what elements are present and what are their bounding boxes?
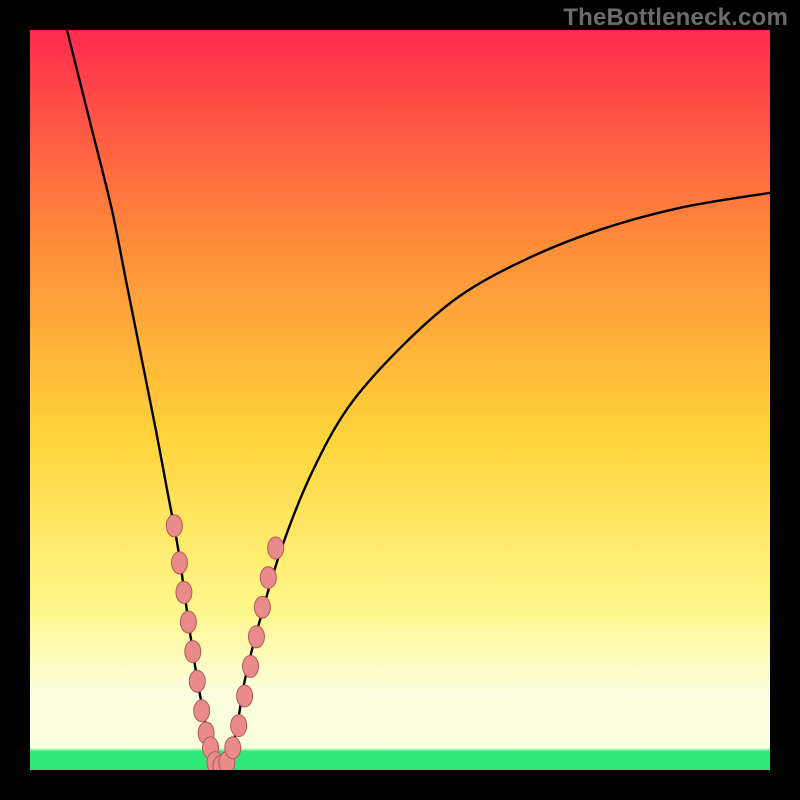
- curve-marker: [185, 641, 201, 663]
- curve-marker: [176, 581, 192, 603]
- curve-marker: [260, 567, 276, 589]
- curve-marker: [180, 611, 196, 633]
- curve-marker: [237, 685, 253, 707]
- curve-marker: [225, 737, 241, 759]
- curve-marker: [243, 655, 259, 677]
- curve-marker: [248, 626, 264, 648]
- curve-marker: [194, 700, 210, 722]
- chart-frame: TheBottleneck.com: [0, 0, 800, 800]
- gradient-background: [30, 30, 770, 770]
- plot-area: [30, 30, 770, 770]
- watermark-text: TheBottleneck.com: [563, 4, 788, 32]
- chart-svg: [30, 30, 770, 770]
- curve-marker: [268, 537, 284, 559]
- curve-marker: [254, 596, 270, 618]
- curve-marker: [166, 515, 182, 537]
- curve-marker: [171, 552, 187, 574]
- curve-marker: [189, 670, 205, 692]
- curve-marker: [231, 715, 247, 737]
